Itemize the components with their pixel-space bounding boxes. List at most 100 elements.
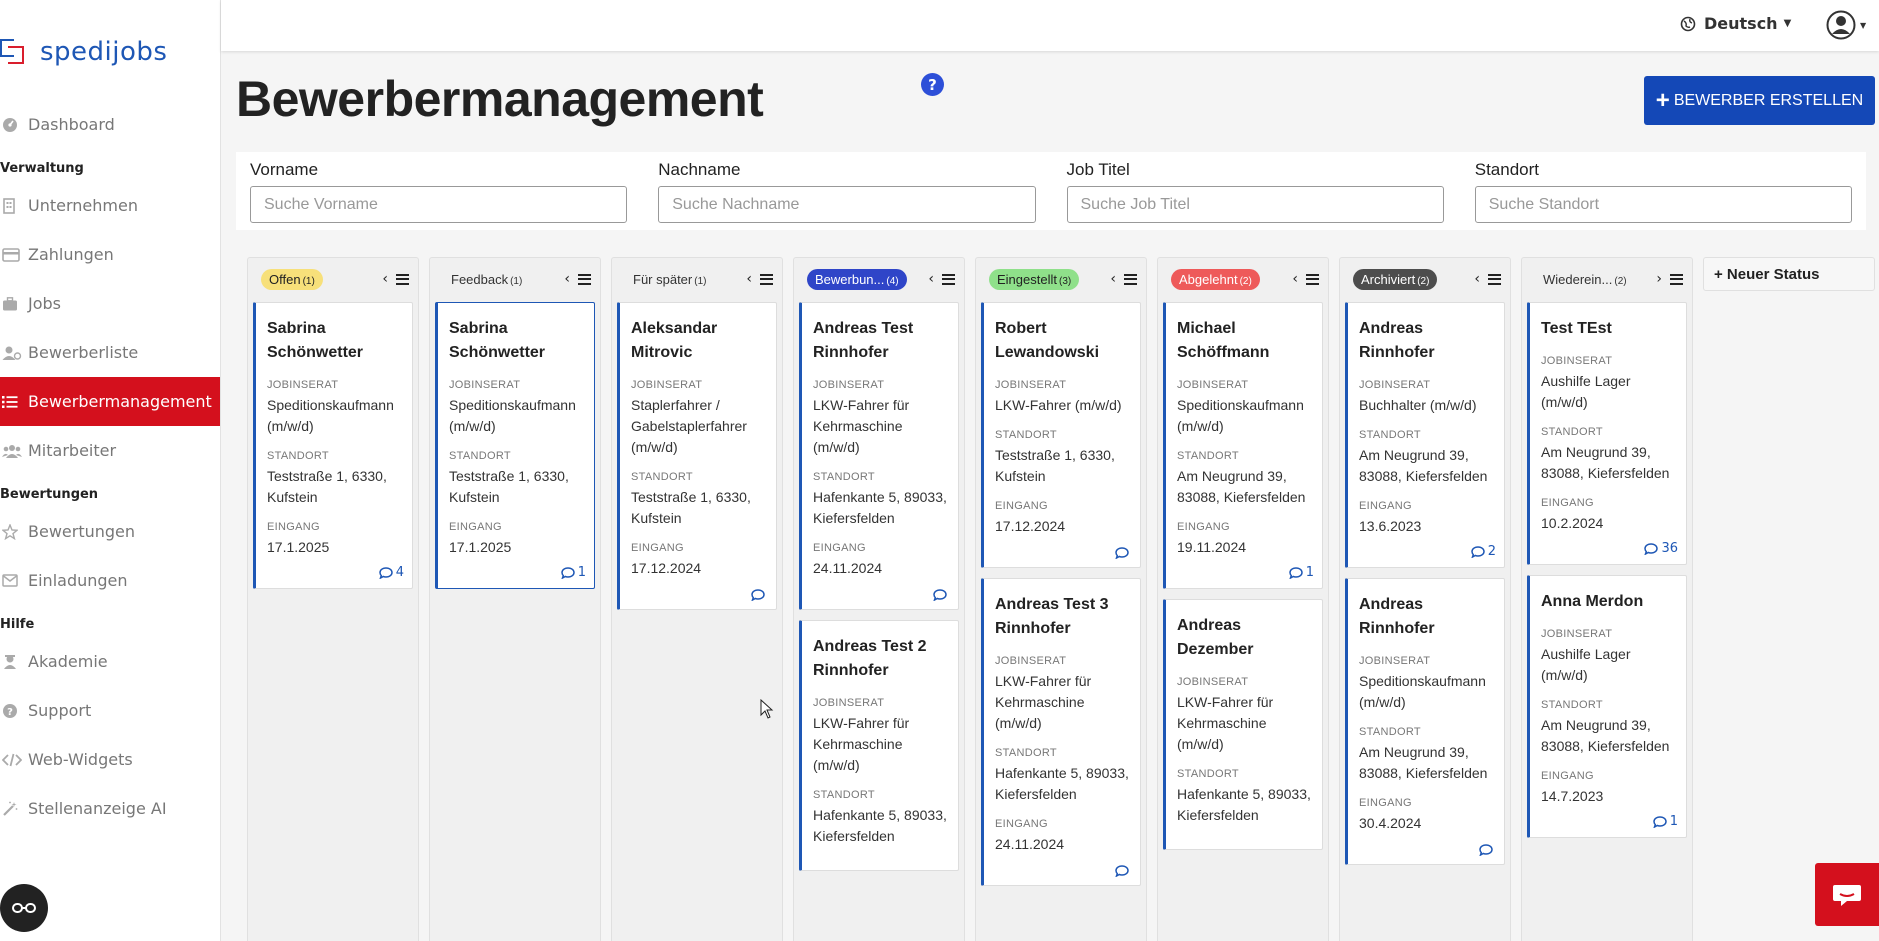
applicant-card[interactable]: Anna Merdon JOBINSERAT Aushilfe Lager (m/w…: [1527, 575, 1687, 838]
applicant-card[interactable]: Sabrina Schönwetter JOBINSERAT Speditionsk…: [253, 302, 413, 589]
job-label: JOBINSERAT: [813, 697, 885, 709]
applicant-card[interactable]: Sabrina Schönwetter JOBINSERAT Speditionsk…: [435, 302, 595, 589]
svg-text:?: ?: [7, 707, 13, 718]
received-label: EINGANG: [1541, 770, 1594, 782]
hamburger-menu-icon[interactable]: [1670, 273, 1683, 285]
location-label: STANDORT: [1359, 726, 1421, 738]
chevron-icon[interactable]: ‹: [382, 271, 388, 287]
status-badge[interactable]: Feedback (1): [443, 269, 530, 290]
column-tools: ‹: [382, 271, 409, 287]
sidebar-item-akademie[interactable]: Akademie: [0, 637, 220, 686]
filter-bar: Vorname Nachname Job Titel Standort: [236, 152, 1866, 230]
filter-input[interactable]: [658, 186, 1036, 223]
applicant-card[interactable]: Andreas Dezember JOBINSERAT LKW-Fahrer für…: [1163, 599, 1323, 850]
job-label: JOBINSERAT: [1359, 379, 1431, 391]
status-badge[interactable]: Für später (1): [625, 269, 714, 290]
applicant-card[interactable]: Michael Schöffmann JOBINSERAT Speditionska…: [1163, 302, 1323, 589]
help-icon[interactable]: ?: [921, 73, 944, 96]
sidebar-section-bewertungen: Bewertungen: [0, 486, 99, 502]
status-name: Abgelehnt: [1179, 271, 1238, 287]
hamburger-menu-icon[interactable]: [1124, 273, 1137, 285]
comments-indicator[interactable]: [1115, 865, 1132, 877]
status-badge[interactable]: Wiederein... (2): [1535, 269, 1635, 290]
user-menu[interactable]: ▼: [1826, 10, 1866, 40]
status-badge[interactable]: Bewerbun... (4): [807, 268, 907, 290]
sidebar-item-mitarbeiter[interactable]: Mitarbeiter: [0, 426, 220, 475]
sidebar-item-dashboard[interactable]: Dashboard: [0, 100, 220, 149]
comments-indicator[interactable]: [1479, 844, 1496, 856]
comments-indicator[interactable]: [751, 589, 768, 601]
comments-indicator[interactable]: 1: [1652, 814, 1678, 829]
column-header: Für später (1) ‹: [617, 264, 777, 294]
applicant-card[interactable]: Aleksandar Mitrovic JOBINSERAT Staplerfahr…: [617, 302, 777, 610]
status-badge[interactable]: Offen (1): [261, 268, 323, 290]
received-value: 13.6.2023: [1359, 518, 1422, 534]
sidebar-item-bewerbermanagement[interactable]: Bewerbermanagement: [0, 377, 220, 426]
comment-icon: [1115, 865, 1129, 877]
briefcase-icon: [0, 296, 28, 311]
sidebar-item-web-widgets[interactable]: Web-Widgets: [0, 735, 220, 784]
applicant-card[interactable]: Andreas Rinnhofer JOBINSERAT Buchhalter (m…: [1345, 302, 1505, 568]
comments-indicator[interactable]: 2: [1470, 544, 1496, 559]
create-applicant-button[interactable]: + BEWERBER ERSTELLEN: [1644, 76, 1875, 125]
sidebar-item-jobs[interactable]: Jobs: [0, 279, 220, 328]
applicant-card[interactable]: Andreas Rinnhofer JOBINSERAT Speditionskau…: [1345, 578, 1505, 865]
hamburger-menu-icon[interactable]: [396, 273, 409, 285]
comments-indicator[interactable]: [933, 589, 950, 601]
logo[interactable]: spedijobs: [0, 36, 167, 68]
applicant-card[interactable]: Test TEst JOBINSERAT Aushilfe Lager (m/w/d…: [1527, 302, 1687, 565]
status-badge[interactable]: Abgelehnt (2): [1171, 268, 1260, 290]
hamburger-menu-icon[interactable]: [1306, 273, 1319, 285]
comments-indicator[interactable]: 4: [378, 565, 404, 580]
column-tools: ‹: [564, 271, 591, 287]
sidebar-item-zahlungen[interactable]: Zahlungen: [0, 230, 220, 279]
chevron-icon[interactable]: ‹: [1292, 271, 1298, 287]
chevron-icon[interactable]: ›: [1656, 271, 1662, 287]
hamburger-menu-icon[interactable]: [760, 273, 773, 285]
location-value: Hafenkante 5, 89033, Kiefersfelden: [813, 807, 947, 844]
hamburger-menu-icon[interactable]: [1488, 273, 1501, 285]
applicant-card[interactable]: Andreas Test 3 Rinnhofer JOBINSERAT LKW-Fa…: [981, 578, 1141, 886]
sidebar-item-unternehmen[interactable]: Unternehmen: [0, 181, 220, 230]
chevron-icon[interactable]: ‹: [746, 271, 752, 287]
chevron-icon[interactable]: ‹: [564, 271, 570, 287]
hamburger-menu-icon[interactable]: [578, 273, 591, 285]
comments-indicator[interactable]: 36: [1644, 541, 1678, 556]
comment-count: 2: [1487, 544, 1496, 559]
status-badge[interactable]: Eingestellt (3): [989, 268, 1080, 290]
status-column: Eingestellt (3) ‹ Robert Lewandowski JOBINSE…: [975, 257, 1147, 941]
comments-indicator[interactable]: [1115, 547, 1132, 559]
sidebar-item-einladungen[interactable]: Einladungen: [0, 556, 220, 605]
chat-bubble-icon: [1833, 884, 1861, 906]
accessibility-button[interactable]: [0, 884, 48, 932]
filter-input[interactable]: [1474, 186, 1852, 223]
chevron-icon[interactable]: ‹: [1474, 271, 1480, 287]
chevron-icon[interactable]: ‹: [1110, 271, 1116, 287]
received-label: EINGANG: [995, 818, 1048, 830]
filter-vorname: Vorname: [250, 160, 628, 230]
hamburger-menu-icon[interactable]: [942, 273, 955, 285]
applicant-name: Andreas Rinnhofer: [1359, 320, 1435, 361]
sidebar-item-bewerberliste[interactable]: Bewerberliste: [0, 328, 220, 377]
chat-button[interactable]: [1815, 863, 1879, 926]
comments-indicator[interactable]: 1: [1288, 565, 1314, 580]
sidebar-item-stellenanzeige-ai[interactable]: Stellenanzeige AI: [0, 784, 220, 833]
job-value: LKW-Fahrer für Kehrmaschine (m/w/d): [813, 715, 910, 773]
location-label: STANDORT: [995, 429, 1057, 441]
comments-indicator[interactable]: 1: [560, 565, 586, 580]
filter-input[interactable]: [250, 186, 628, 223]
status-name: Wiederein...: [1543, 271, 1613, 287]
new-status-button[interactable]: + Neuer Status: [1703, 257, 1875, 291]
applicant-card[interactable]: Robert Lewandowski JOBINSERAT LKW-Fahrer (…: [981, 302, 1141, 568]
job-value: LKW-Fahrer (m/w/d): [995, 397, 1122, 413]
status-name: Für später: [633, 271, 693, 287]
sidebar-item-bewertungen[interactable]: Bewertungen: [0, 507, 220, 556]
status-badge[interactable]: Archiviert (2): [1353, 268, 1438, 290]
sidebar-item-support[interactable]: ? Support: [0, 686, 220, 735]
filter-input[interactable]: [1066, 186, 1444, 223]
chevron-icon[interactable]: ‹: [928, 271, 934, 287]
applicant-card[interactable]: Andreas Test Rinnhofer JOBINSERAT LKW-Fahr…: [799, 302, 959, 610]
language-selector[interactable]: Deutsch ▼: [1680, 14, 1791, 33]
sidebar-item-label: Mitarbeiter: [28, 441, 117, 460]
applicant-card[interactable]: Andreas Test 2 Rinnhofer JOBINSERAT LKW-Fa…: [799, 620, 959, 871]
